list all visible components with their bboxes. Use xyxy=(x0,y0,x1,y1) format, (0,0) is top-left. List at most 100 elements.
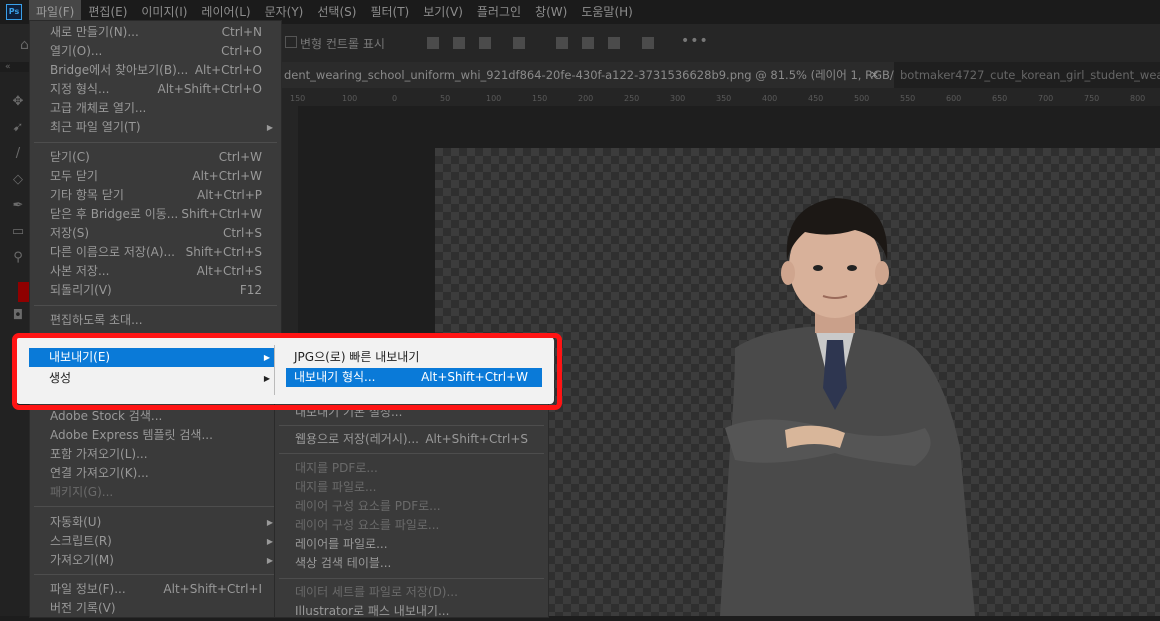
show-transform-controls-label: 변형 컨트롤 표시 xyxy=(300,37,385,51)
menu-item-new[interactable]: 새로 만들기(N)... Ctrl+N xyxy=(30,23,281,42)
brush-tool-icon[interactable]: / xyxy=(9,146,27,162)
menu-item-color-lookup-tables[interactable]: 색상 검색 테이블... xyxy=(275,554,548,573)
menu-item-label: Bridge에서 찾아보기(B)... xyxy=(50,63,189,77)
menu-item-close-go-bridge[interactable]: 닫은 후 Bridge로 이동... Shift+Ctrl+W xyxy=(30,205,281,224)
menu-item-label: 대지를 PDF로... xyxy=(295,461,378,475)
home-icon[interactable]: ⌂ xyxy=(20,37,29,53)
menu-help[interactable]: 도움말(H) xyxy=(574,0,640,24)
menu-separator xyxy=(34,305,277,306)
menu-item-place-linked[interactable]: 연결 가져오기(K)... xyxy=(30,464,281,483)
menu-select[interactable]: 선택(S) xyxy=(310,0,363,24)
distribute-spacing-icon[interactable] xyxy=(642,37,654,49)
ruler-tick: 650 xyxy=(992,94,1008,103)
menu-item-label: 지정 형식... xyxy=(50,82,110,96)
menu-item-file-info[interactable]: 파일 정보(F)... Alt+Shift+Ctrl+I xyxy=(30,580,281,599)
menu-item-label: 데이터 세트를 파일로 저장(D)... xyxy=(295,585,458,599)
menu-item-shortcut: Ctrl+W xyxy=(218,150,262,164)
menu-item-layer-comps-to-pdf: 레이어 구성 요소를 PDF로... xyxy=(275,497,548,516)
menu-item-label: 패키지(G)... xyxy=(50,485,114,499)
close-icon[interactable]: × xyxy=(870,68,879,81)
menu-item-label: 다른 이름으로 저장(A)... xyxy=(50,245,175,259)
collapse-panel-icon[interactable]: « xyxy=(5,62,11,72)
lasso-tool-icon[interactable]: ➹ xyxy=(9,120,27,136)
menu-item-import[interactable]: 가져오기(M) ▶ xyxy=(30,551,281,570)
ruler-tick: 800 xyxy=(1130,94,1146,103)
menu-item-version-history[interactable]: 버전 기록(V) xyxy=(30,599,281,618)
menu-item-label: 자동화(U) xyxy=(50,515,102,529)
menu-item-artboards-to-files: 대지를 파일로... xyxy=(275,478,548,497)
menu-item-save-for-web[interactable]: 웹용으로 저장(레거시)... Alt+Shift+Ctrl+S xyxy=(275,430,548,449)
align-center-icon[interactable] xyxy=(453,37,465,49)
red-annotation-frame xyxy=(12,333,562,410)
menu-item-save-copy[interactable]: 사본 저장... Alt+Ctrl+S xyxy=(30,262,281,281)
menu-separator xyxy=(34,574,277,575)
menu-item-shortcut: Alt+Ctrl+W xyxy=(192,169,262,183)
menu-item-open[interactable]: 열기(O)... Ctrl+O xyxy=(30,42,281,61)
menu-item-label: 대지를 파일로... xyxy=(295,480,377,494)
menu-item-label: 최근 파일 열기(T) xyxy=(50,120,141,134)
eraser-tool-icon[interactable]: ◇ xyxy=(9,172,27,188)
menu-item-label: 파일 정보(F)... xyxy=(50,582,126,596)
menu-item-label: 버전 기록(V) xyxy=(50,601,116,615)
menu-item-label: 기타 항목 닫기 xyxy=(50,188,124,202)
menu-item-label: 되돌리기(V) xyxy=(50,283,112,297)
menu-item-label: 모두 닫기 xyxy=(50,169,98,183)
menu-item-label: 열기(O)... xyxy=(50,44,103,58)
ruler-tick: 150 xyxy=(532,94,548,103)
menu-window[interactable]: 창(W) xyxy=(528,0,574,24)
menu-item-open-recent[interactable]: 최근 파일 열기(T) ▶ xyxy=(30,118,281,137)
distribute-left-icon[interactable] xyxy=(556,37,568,49)
tab-title: botmaker4727_cute_korean_girl_student_we… xyxy=(900,68,1160,82)
menu-item-close-all[interactable]: 모두 닫기 Alt+Ctrl+W xyxy=(30,167,281,186)
more-options-icon[interactable]: ••• xyxy=(681,33,709,49)
ruler-tick: 450 xyxy=(808,94,824,103)
tab-other-document[interactable]: botmaker4727_cute_korean_girl_student_we… xyxy=(900,62,1160,88)
menu-item-automate[interactable]: 자동화(U) ▶ xyxy=(30,513,281,532)
menu-view[interactable]: 보기(V) xyxy=(416,0,470,24)
menu-item-invite-to-edit[interactable]: 편집하도록 초대... xyxy=(30,311,281,330)
ruler-tick: 750 xyxy=(1084,94,1100,103)
menu-item-label: 고급 개체로 열기... xyxy=(50,101,147,115)
ruler-tick: 700 xyxy=(1038,94,1054,103)
zoom-tool-icon[interactable]: ⚲ xyxy=(9,250,27,266)
menu-item-label: 사본 저장... xyxy=(50,264,110,278)
distribute-center-icon[interactable] xyxy=(582,37,594,49)
menu-item-revert[interactable]: 되돌리기(V) F12 xyxy=(30,281,281,300)
align-right-icon[interactable] xyxy=(479,37,491,49)
menu-plugins[interactable]: 플러그인 xyxy=(470,0,528,24)
ruler-tick: 100 xyxy=(486,94,502,103)
menu-item-layer-comps-to-files: 레이어 구성 요소를 파일로... xyxy=(275,516,548,535)
menu-item-close[interactable]: 닫기(C) Ctrl+W xyxy=(30,148,281,167)
rectangle-tool-icon[interactable]: ▭ xyxy=(9,224,27,240)
move-tool-icon[interactable]: ✥ xyxy=(9,94,27,110)
show-transform-controls-checkbox[interactable] xyxy=(285,36,297,48)
align-top-icon[interactable] xyxy=(513,37,525,49)
align-left-icon[interactable] xyxy=(427,37,439,49)
menu-item-scripts[interactable]: 스크립트(R) ▶ xyxy=(30,532,281,551)
tab-active-document[interactable]: dent_wearing_school_uniform_whi_921df864… xyxy=(280,62,894,88)
ruler-tick: 100 xyxy=(342,94,358,103)
menu-item-shortcut: Alt+Shift+Ctrl+S xyxy=(425,432,528,446)
menu-item-open-smart-object[interactable]: 고급 개체로 열기... xyxy=(30,99,281,118)
pen-tool-icon[interactable]: ✒ xyxy=(9,198,27,214)
menu-filter[interactable]: 필터(T) xyxy=(363,0,416,24)
menu-item-shortcut: F12 xyxy=(239,283,262,297)
menu-item-browse-bridge[interactable]: Bridge에서 찾아보기(B)... Alt+Ctrl+O xyxy=(30,61,281,80)
menu-item-shortcut: Ctrl+S xyxy=(222,226,262,240)
menu-separator xyxy=(34,506,277,507)
menu-item-open-as[interactable]: 지정 형식... Alt+Shift+Ctrl+O xyxy=(30,80,281,99)
menu-item-place-embedded[interactable]: 포함 가져오기(L)... xyxy=(30,445,281,464)
menu-item-close-others[interactable]: 기타 항목 닫기 Alt+Ctrl+P xyxy=(30,186,281,205)
menu-item-layers-to-files[interactable]: 레이어를 파일로... xyxy=(275,535,548,554)
menu-item-save[interactable]: 저장(S) Ctrl+S xyxy=(30,224,281,243)
menu-item-label: 닫은 후 Bridge로 이동... xyxy=(50,207,179,221)
quick-mask-icon[interactable]: ◘ xyxy=(9,308,27,324)
distribute-right-icon[interactable] xyxy=(608,37,620,49)
menu-item-paths-to-illustrator[interactable]: Illustrator로 패스 내보내기... xyxy=(275,602,548,621)
menu-item-shortcut: Alt+Shift+Ctrl+O xyxy=(157,82,262,96)
menu-item-save-as[interactable]: 다른 이름으로 저장(A)... Shift+Ctrl+S xyxy=(30,243,281,262)
menu-item-adobe-express[interactable]: Adobe Express 템플릿 검색... xyxy=(30,426,281,445)
horizontal-ruler: 150 100 0 50 100 150 200 250 300 350 400… xyxy=(280,88,1160,107)
menu-item-data-sets-to-files: 데이터 세트를 파일로 저장(D)... xyxy=(275,583,548,602)
menu-item-label: 레이어 구성 요소를 파일로... xyxy=(295,518,440,532)
